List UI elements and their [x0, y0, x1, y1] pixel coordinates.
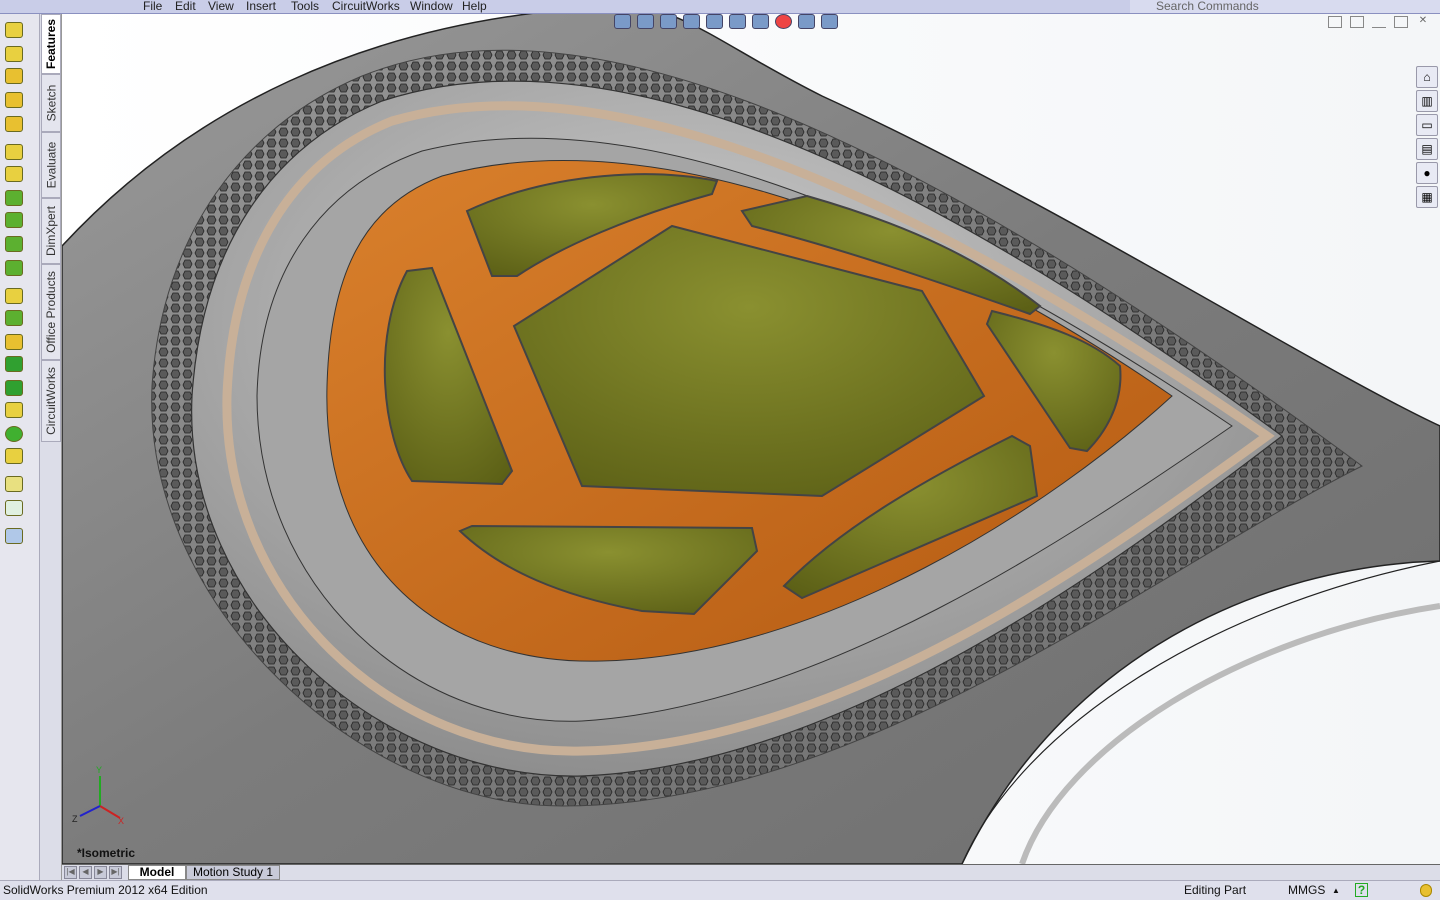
heads-up-view-toolbar [614, 14, 838, 29]
fillet-icon[interactable] [5, 288, 23, 304]
solidworks-resources-icon[interactable]: ⌂ [1416, 66, 1438, 88]
tab-label: Office Products [44, 271, 59, 353]
tab-sketch[interactable]: Sketch [41, 74, 61, 132]
display-style-icon[interactable] [729, 14, 746, 29]
hole-wizard-icon[interactable] [5, 166, 23, 182]
file-explorer-icon[interactable]: ▭ [1416, 114, 1438, 136]
draft-icon[interactable] [5, 356, 23, 372]
zoom-to-fit-icon[interactable] [614, 14, 631, 29]
rib-icon[interactable] [5, 334, 23, 350]
boundary-boss-icon[interactable] [5, 116, 23, 132]
unit-system-selector[interactable]: MMGS [1288, 881, 1325, 900]
task-pane-tabs: ⌂ ▥ ▭ ▤ ● ▦ [1416, 66, 1440, 210]
part-model: Y X Z [62, 14, 1440, 864]
status-bar: SolidWorks Premium 2012 x64 Edition Edit… [0, 880, 1440, 900]
rebuild-status-icon[interactable] [1420, 884, 1432, 897]
hide-show-items-icon[interactable] [752, 14, 769, 29]
extruded-boss-icon[interactable] [5, 22, 23, 38]
triad-y-label: Y [96, 765, 102, 775]
close-icon[interactable]: ✕ [1416, 16, 1430, 28]
units-arrow-icon[interactable]: ▲ [1332, 881, 1340, 900]
next-tab-icon[interactable]: ▶ [94, 866, 107, 879]
product-edition: SolidWorks Premium 2012 x64 Edition [3, 883, 208, 897]
dome-icon[interactable] [5, 426, 23, 442]
triad-x-label: X [118, 816, 124, 826]
boundary-cut-icon[interactable] [5, 260, 23, 276]
menu-edit[interactable]: Edit [175, 0, 196, 13]
reference-geometry-icon[interactable] [5, 476, 23, 492]
restore-icon[interactable] [1394, 16, 1408, 28]
custom-properties-icon[interactable]: ▦ [1416, 186, 1438, 208]
tab-office-products[interactable]: Office Products [41, 264, 61, 360]
document-window-controls: ✕ [1328, 16, 1430, 28]
prev-tab-icon[interactable]: ◀ [79, 866, 92, 879]
revolved-cut-icon[interactable] [5, 190, 23, 206]
menu-window[interactable]: Window [410, 0, 453, 13]
menu-insert[interactable]: Insert [246, 0, 276, 13]
tab-features[interactable]: Features [41, 14, 61, 74]
graphics-area[interactable]: Y X Z ✕ [62, 14, 1440, 864]
view-settings-icon[interactable] [821, 14, 838, 29]
triad-z-label: Z [72, 814, 78, 824]
tab-circuitworks[interactable]: CircuitWorks [41, 360, 61, 442]
tab-label: CircuitWorks [44, 367, 58, 435]
features-toolbar [0, 14, 40, 880]
command-manager-tabs: Features Sketch Evaluate DimXpert Office… [40, 14, 62, 880]
revolved-boss-icon[interactable] [5, 46, 23, 62]
menu-help[interactable]: Help [462, 0, 487, 13]
minimize-icon[interactable] [1372, 16, 1386, 28]
menu-circuitworks[interactable]: CircuitWorks [332, 0, 400, 13]
view-name-label: *Isometric [77, 846, 136, 860]
edit-appearance-icon[interactable] [775, 14, 792, 29]
menu-bar: File Edit View Insert Tools CircuitWorks… [0, 0, 1130, 14]
tab-label: Evaluate [44, 141, 59, 189]
model-tabs-bar: |◀ ◀ ▶ ▶| Model Motion Study 1 [62, 864, 1440, 880]
search-placeholder: Search Commands [1156, 0, 1259, 13]
lofted-boss-icon[interactable] [5, 92, 23, 108]
menu-view[interactable]: View [208, 0, 234, 13]
design-library-icon[interactable]: ▥ [1416, 90, 1438, 112]
tab-label: Features [44, 18, 58, 70]
last-tab-icon[interactable]: ▶| [109, 866, 122, 879]
tile-left-icon[interactable] [1328, 16, 1342, 28]
extruded-cut-icon[interactable] [5, 144, 23, 160]
apply-scene-icon[interactable] [798, 14, 815, 29]
tab-dimxpert[interactable]: DimXpert [41, 198, 61, 264]
menu-file[interactable]: File [143, 0, 162, 13]
help-icon[interactable]: ? [1355, 883, 1368, 897]
wrap-icon[interactable] [5, 402, 23, 418]
tile-right-icon[interactable] [1350, 16, 1364, 28]
tab-motion-study-1[interactable]: Motion Study 1 [186, 865, 281, 880]
linear-pattern-icon[interactable] [5, 310, 23, 326]
swept-boss-icon[interactable] [5, 68, 23, 84]
zoom-to-area-icon[interactable] [637, 14, 654, 29]
tab-evaluate[interactable]: Evaluate [41, 132, 61, 198]
previous-view-icon[interactable] [660, 14, 677, 29]
appearances-icon[interactable]: ● [1416, 162, 1438, 184]
editing-mode: Editing Part [1184, 883, 1247, 897]
mirror-icon[interactable] [5, 448, 23, 464]
tab-model[interactable]: Model [128, 865, 186, 880]
section-view-icon[interactable] [683, 14, 700, 29]
tab-label: DimXpert [44, 205, 59, 257]
shell-icon[interactable] [5, 380, 23, 396]
view-orientation-icon[interactable] [706, 14, 723, 29]
search-commands-input[interactable]: Search Commands [1130, 0, 1440, 14]
menu-tools[interactable]: Tools [291, 0, 319, 13]
swept-cut-icon[interactable] [5, 212, 23, 228]
tab-label: Sketch [44, 84, 58, 122]
view-palette-icon[interactable]: ▤ [1416, 138, 1438, 160]
lofted-cut-icon[interactable] [5, 236, 23, 252]
first-tab-icon[interactable]: |◀ [64, 866, 77, 879]
instant3d-icon[interactable] [5, 528, 23, 544]
curves-icon[interactable] [5, 500, 23, 516]
